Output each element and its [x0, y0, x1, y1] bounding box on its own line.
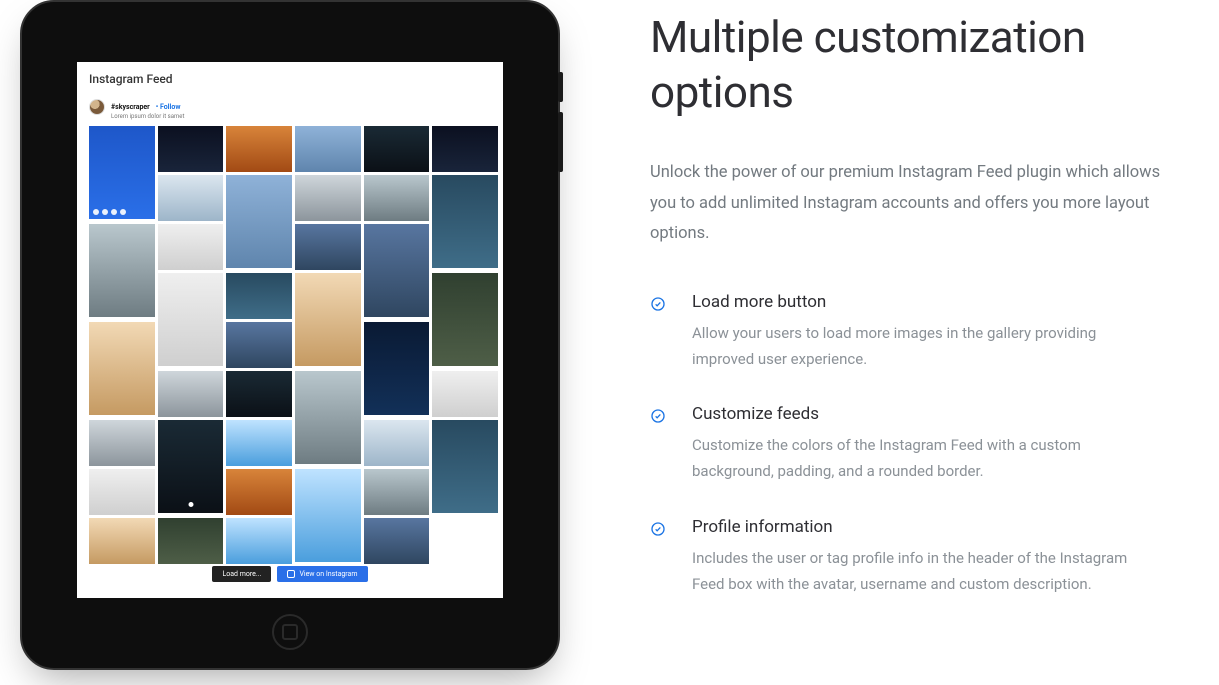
grid-tile[interactable]	[364, 224, 430, 317]
grid-tile[interactable]	[364, 126, 430, 172]
feature-item: Profile information Includes the user or…	[650, 517, 1169, 598]
grid-tile[interactable]	[432, 126, 498, 172]
tablet-screen: Instagram Feed #skyscraper • Follow Lore…	[77, 62, 503, 598]
grid-tile[interactable]	[226, 175, 292, 268]
grid-tile[interactable]	[89, 469, 155, 515]
grid-tile[interactable]	[158, 224, 224, 270]
grid-tile[interactable]	[364, 175, 430, 221]
grid-tile[interactable]	[89, 518, 155, 564]
feature-title: Customize feeds	[692, 404, 1142, 424]
grid-tile[interactable]	[89, 224, 155, 317]
tablet-side-button	[558, 72, 563, 102]
profile-handle: #skyscraper	[111, 103, 150, 111]
grid-tile[interactable]	[226, 126, 292, 172]
lead-paragraph: Unlock the power of our premium Instagra…	[650, 158, 1169, 250]
grid-tile[interactable]	[226, 371, 292, 417]
grid-tile[interactable]	[295, 371, 361, 464]
grid-tile[interactable]	[295, 273, 361, 366]
feature-description: Includes the user or tag profile info in…	[692, 545, 1142, 598]
grid-tile[interactable]	[226, 469, 292, 515]
grid-tile[interactable]	[158, 371, 224, 417]
grid-tile[interactable]	[364, 420, 430, 466]
grid-tile[interactable]	[432, 420, 498, 513]
check-circle-icon	[650, 408, 666, 485]
view-on-instagram-button[interactable]: View on Instagram	[277, 566, 367, 582]
feature-description: Customize the colors of the Instagram Fe…	[692, 432, 1142, 485]
tablet-side-button	[558, 112, 563, 172]
grid-tile[interactable]	[89, 126, 155, 219]
check-circle-icon	[650, 521, 666, 598]
feature-item: Load more button Allow your users to loa…	[650, 292, 1169, 373]
grid-tile[interactable]	[158, 175, 224, 221]
check-circle-icon	[650, 296, 666, 373]
grid-tile[interactable]	[295, 469, 361, 562]
feature-title: Load more button	[692, 292, 1142, 312]
profile-description: Lorem ipsum dolor it samet	[111, 113, 184, 120]
page-title: Multiple customization options	[650, 10, 1169, 120]
grid-tile[interactable]	[432, 175, 498, 268]
grid-tile[interactable]	[158, 518, 224, 564]
feed-title: Instagram Feed	[89, 72, 491, 86]
feature-description: Allow your users to load more images in …	[692, 320, 1142, 373]
tablet-home-button	[272, 614, 308, 650]
grid-tile[interactable]	[364, 469, 430, 515]
tablet-device: Instagram Feed #skyscraper • Follow Lore…	[20, 0, 560, 670]
grid-tile[interactable]	[295, 224, 361, 270]
grid-tile[interactable]	[364, 518, 430, 564]
grid-tile[interactable]	[432, 371, 498, 417]
grid-tile[interactable]	[89, 322, 155, 415]
grid-tile[interactable]	[226, 420, 292, 466]
grid-tile[interactable]	[295, 126, 361, 172]
feature-title: Profile information	[692, 517, 1142, 537]
feature-item: Customize feeds Customize the colors of …	[650, 404, 1169, 485]
grid-tile[interactable]	[432, 273, 498, 366]
grid-tile[interactable]	[158, 273, 224, 366]
grid-tile[interactable]	[158, 126, 224, 172]
avatar	[89, 99, 105, 115]
follow-link[interactable]: • Follow	[156, 103, 181, 111]
grid-tile[interactable]	[89, 420, 155, 466]
grid-tile[interactable]	[226, 273, 292, 319]
grid-tile[interactable]	[158, 420, 224, 513]
load-more-button[interactable]: Load more...	[212, 566, 271, 582]
grid-tile[interactable]	[226, 518, 292, 564]
feed-profile-header: #skyscraper • Follow Lorem ipsum dolor i…	[89, 94, 491, 120]
image-grid	[89, 126, 491, 556]
grid-tile[interactable]	[364, 322, 430, 415]
grid-tile[interactable]	[295, 175, 361, 221]
grid-tile[interactable]	[226, 322, 292, 368]
